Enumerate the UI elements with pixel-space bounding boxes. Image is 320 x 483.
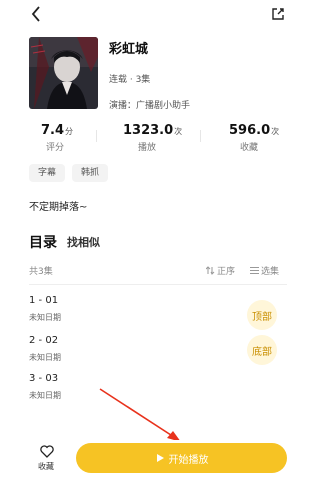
episode-count: 共3集 [29, 267, 53, 277]
rating-label: 评分 [46, 143, 65, 153]
album-meta: 连载 · 3集 [109, 75, 151, 85]
select-episodes-button[interactable]: 选集 [250, 264, 279, 277]
back-icon[interactable] [28, 4, 44, 24]
stat-divider [96, 130, 97, 142]
episode-item[interactable]: 1 - 01 未知日期 [0, 290, 240, 324]
plays-label: 播放 [138, 143, 157, 153]
episode-title: 1 - 01 [29, 295, 59, 306]
favorites-label: 收藏 [240, 143, 259, 153]
album-cover-image [29, 37, 98, 109]
divider [29, 284, 287, 285]
stat-divider [200, 130, 201, 142]
album-description: 不定期掉落~ [29, 202, 88, 213]
top-bar [0, 0, 294, 30]
find-similar-link[interactable]: 找相似 [67, 234, 100, 250]
favorite-button[interactable]: 收藏 [30, 442, 64, 476]
episode-date: 未知日期 [29, 353, 61, 362]
album-cast: 演播：广播剧小助手 [109, 101, 191, 111]
rating-value: 7.4分 [41, 123, 74, 138]
sort-toggle[interactable]: 正序 [206, 264, 235, 277]
episode-date: 未知日期 [29, 313, 61, 322]
episode-item[interactable]: 3 - 03 未知日期 [0, 368, 240, 402]
tag-chip[interactable]: 韩抓 [72, 164, 109, 182]
episode-title: 3 - 03 [29, 373, 59, 384]
episode-date: 未知日期 [29, 391, 61, 400]
catalog-title: 目录 [29, 235, 57, 251]
sort-icon [206, 266, 215, 275]
episode-item[interactable]: 2 - 02 未知日期 [0, 330, 240, 364]
plays-value: 1323.0次 [123, 123, 183, 138]
tag-chip[interactable]: 字幕 [29, 164, 66, 182]
start-play-button[interactable]: 开始播放 [76, 443, 287, 473]
play-icon [156, 454, 164, 462]
start-play-label: 开始播放 [168, 454, 209, 466]
episode-title: 2 - 02 [29, 335, 59, 346]
favorites-value: 596.0次 [229, 123, 280, 138]
scroll-bottom-button[interactable]: 底部 [247, 335, 277, 365]
album-title: 彩虹城 [109, 42, 149, 57]
scroll-top-button[interactable]: 顶部 [247, 300, 277, 330]
favorite-label: 收藏 [38, 462, 54, 471]
share-icon[interactable] [270, 6, 286, 22]
heart-icon [40, 445, 54, 458]
list-icon [250, 267, 259, 274]
